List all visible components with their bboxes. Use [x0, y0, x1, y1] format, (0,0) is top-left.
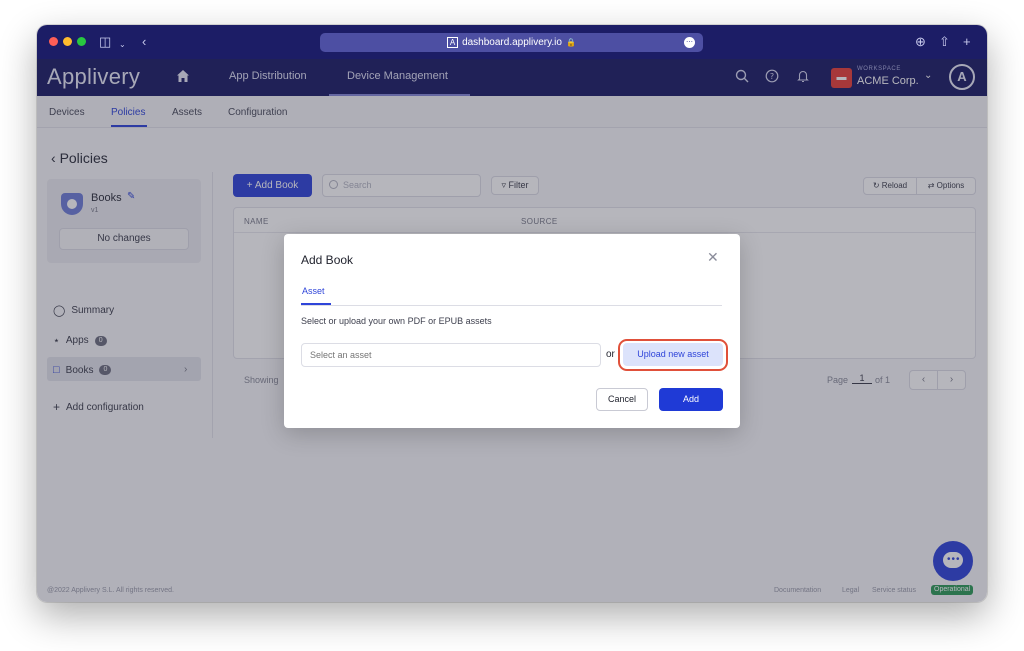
lock-icon: 🔒 — [566, 38, 576, 47]
add-book-modal: Add Book ✕ Asset Select or upload your o… — [284, 234, 740, 428]
tab-asset[interactable]: Asset — [302, 286, 325, 296]
chevron-down-icon[interactable]: ⌄ — [119, 37, 126, 53]
modal-title: Add Book — [301, 253, 353, 267]
url-text: dashboard.applivery.io — [462, 37, 562, 48]
close-window-button[interactable] — [49, 37, 58, 46]
new-tab-icon[interactable]: + — [963, 34, 971, 50]
tab-divider — [301, 305, 722, 306]
modal-description: Select or upload your own PDF or EPUB as… — [301, 316, 492, 326]
upload-new-asset-button[interactable]: Upload new asset — [623, 343, 723, 366]
close-icon[interactable]: ✕ — [707, 250, 719, 264]
more-icon[interactable]: ⋯ — [684, 37, 695, 48]
sidebar-toggle-icon[interactable]: ◫ — [99, 34, 111, 50]
zoom-window-button[interactable] — [77, 37, 86, 46]
minimize-window-button[interactable] — [63, 37, 72, 46]
download-icon[interactable]: ⊕ — [915, 34, 926, 50]
add-button[interactable]: Add — [659, 388, 723, 411]
share-icon[interactable]: ⇧ — [939, 34, 950, 50]
cancel-button[interactable]: Cancel — [596, 388, 648, 411]
browser-chrome: ◫ ⌄ ‹ A dashboard.applivery.io 🔒 ⋯ ⊕ ⇧ + — [37, 25, 987, 59]
site-logo-icon: A — [447, 37, 458, 48]
address-bar[interactable]: A dashboard.applivery.io 🔒 ⋯ — [320, 33, 703, 52]
back-icon[interactable]: ‹ — [142, 34, 146, 50]
browser-window: ◫ ⌄ ‹ A dashboard.applivery.io 🔒 ⋯ ⊕ ⇧ +… — [37, 25, 987, 602]
asset-select-input[interactable] — [301, 343, 601, 367]
or-label: or — [606, 349, 615, 360]
